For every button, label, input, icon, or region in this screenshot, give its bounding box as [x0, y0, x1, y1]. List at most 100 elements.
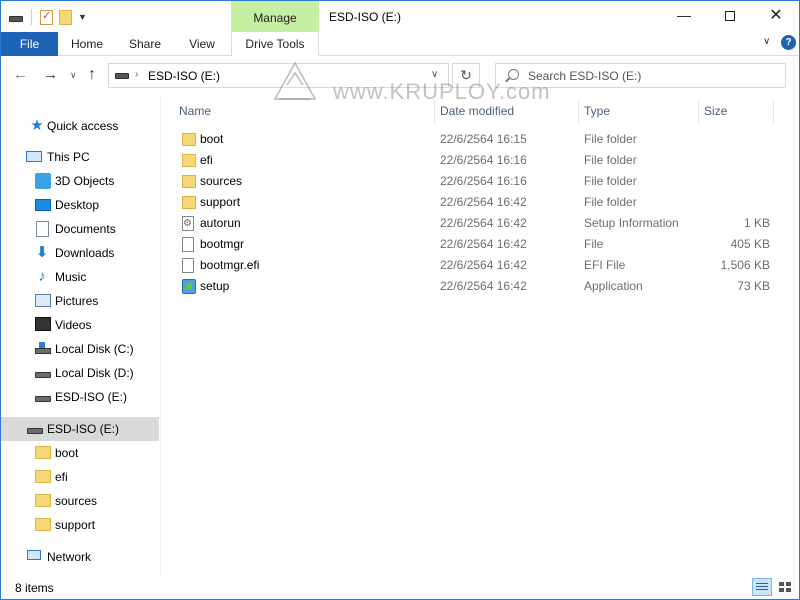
- downloads-icon: ⬇: [35, 244, 49, 261]
- sidebar-item-documents[interactable]: Documents: [1, 217, 159, 241]
- drive-icon: [27, 428, 43, 434]
- sidebar-item-videos[interactable]: Videos: [1, 313, 159, 337]
- application-icon: [182, 279, 196, 294]
- file-type: File folder: [584, 132, 637, 146]
- customize-toolbar-arrow-icon[interactable]: ▼: [78, 12, 87, 22]
- maximize-button[interactable]: [707, 1, 753, 32]
- breadcrumb-current[interactable]: ESD-ISO (E:): [148, 69, 220, 83]
- column-header-date-modified[interactable]: Date modified: [440, 100, 514, 122]
- sidebar-item-support[interactable]: support: [1, 513, 159, 537]
- file-row-efi[interactable]: efi 22/6/2564 16:16 File folder: [175, 150, 775, 171]
- file-list: Name Date modified Type Size boot 22/6/2…: [161, 94, 799, 576]
- file-name: autorun: [200, 216, 241, 230]
- sidebar-item-desktop[interactable]: Desktop: [1, 193, 159, 217]
- column-header-type[interactable]: Type: [584, 100, 610, 122]
- file-row-setup[interactable]: setup 22/6/2564 16:42 Application 73 KB: [175, 276, 775, 297]
- sidebar-item-esd-iso-e-root[interactable]: ESD-ISO (E:): [1, 417, 159, 441]
- file-row-autorun[interactable]: autorun 22/6/2564 16:42 Setup Informatio…: [175, 213, 775, 234]
- forward-button[interactable]: →: [43, 66, 58, 83]
- folder-icon: [35, 494, 51, 507]
- sidebar-item-music[interactable]: ♪ Music: [1, 265, 159, 289]
- tab-share[interactable]: Share: [116, 32, 174, 56]
- tab-home[interactable]: Home: [58, 32, 116, 56]
- file-row-boot[interactable]: boot 22/6/2564 16:15 File folder: [175, 129, 775, 150]
- search-box[interactable]: [495, 63, 786, 88]
- column-divider[interactable]: [773, 100, 774, 124]
- file-type: File folder: [584, 195, 637, 209]
- recent-locations-button[interactable]: ∨: [70, 70, 77, 81]
- large-icons-view-icon[interactable]: [775, 578, 795, 596]
- address-dropdown-icon[interactable]: ∨: [431, 69, 438, 80]
- sidebar-item-local-disk-d[interactable]: Local Disk (D:): [1, 361, 159, 385]
- column-header-name[interactable]: Name: [179, 100, 211, 122]
- sidebar-item-this-pc[interactable]: This PC: [1, 145, 159, 169]
- explorer-window: ▼ Manage ESD-ISO (E:) — ✕ File Home Shar…: [0, 0, 800, 600]
- file-row-support[interactable]: support 22/6/2564 16:42 File folder: [175, 192, 775, 213]
- sidebar-item-esd-iso-e[interactable]: ESD-ISO (E:): [1, 385, 159, 409]
- column-divider[interactable]: [698, 100, 699, 124]
- back-button[interactable]: ←: [13, 66, 28, 83]
- file-row-bootmgr[interactable]: bootmgr 22/6/2564 16:42 File 405 KB: [175, 234, 775, 255]
- videos-icon: [35, 317, 51, 331]
- manage-context-tab[interactable]: Manage: [231, 1, 319, 32]
- column-divider[interactable]: [578, 100, 579, 124]
- tab-file[interactable]: File: [1, 32, 58, 56]
- sidebar-item-label: 3D Objects: [55, 174, 115, 188]
- maximize-icon: [725, 11, 735, 22]
- search-input[interactable]: [528, 67, 778, 84]
- sidebar-item-pictures[interactable]: Pictures: [1, 289, 159, 313]
- drive-icon: [35, 372, 51, 378]
- title-bar: ▼ Manage ESD-ISO (E:) — ✕: [1, 1, 799, 32]
- tab-drive-tools[interactable]: Drive Tools: [231, 32, 319, 56]
- column-header-size[interactable]: Size: [704, 100, 727, 122]
- details-view-icon[interactable]: [752, 578, 772, 596]
- 3d-objects-icon: [35, 173, 51, 189]
- drive-icon: [115, 73, 129, 79]
- sidebar-item-label: This PC: [47, 150, 90, 164]
- windows-drive-icon: [35, 342, 51, 354]
- minimize-button[interactable]: —: [661, 1, 707, 32]
- file-type: File: [584, 237, 604, 251]
- breadcrumb-separator[interactable]: ›: [135, 69, 138, 80]
- navigation-bar: ← → ∨ ↑ › ESD-ISO (E:) ∨ ↻: [1, 57, 799, 94]
- file-date: 22/6/2564 16:42: [440, 279, 527, 293]
- help-icon[interactable]: ?: [781, 35, 796, 50]
- file-date: 22/6/2564 16:42: [440, 237, 527, 251]
- ribbon-tabs: File Home Share View Drive Tools ∨ ?: [1, 32, 799, 56]
- file-row-sources[interactable]: sources 22/6/2564 16:16 File folder: [175, 171, 775, 192]
- window-title: ESD-ISO (E:): [329, 10, 402, 24]
- close-button[interactable]: ✕: [753, 1, 799, 32]
- new-folder-icon[interactable]: [59, 9, 72, 25]
- setup-info-file-icon: [182, 216, 194, 231]
- properties-icon[interactable]: [40, 9, 53, 25]
- address-bar[interactable]: › ESD-ISO (E:) ∨: [108, 63, 449, 88]
- file-row-bootmgr-efi[interactable]: bootmgr.efi 22/6/2564 16:42 EFI File 1,5…: [175, 255, 775, 276]
- file-type: File folder: [584, 174, 637, 188]
- sidebar-item-quick-access[interactable]: ★ Quick access: [1, 114, 159, 138]
- expand-ribbon-icon[interactable]: ∨: [763, 36, 770, 47]
- file-size: 1,506 KB: [720, 258, 770, 272]
- file-date: 22/6/2564 16:16: [440, 174, 527, 188]
- sidebar-item-boot[interactable]: boot: [1, 441, 159, 465]
- up-button[interactable]: ↑: [88, 66, 96, 84]
- sidebar-item-label: Videos: [55, 318, 92, 332]
- sidebar-item-local-disk-c[interactable]: Local Disk (C:): [1, 337, 159, 361]
- file-date: 22/6/2564 16:15: [440, 132, 527, 146]
- refresh-button[interactable]: ↻: [452, 63, 480, 88]
- column-divider[interactable]: [434, 100, 435, 124]
- sidebar-item-sources[interactable]: sources: [1, 489, 159, 513]
- sidebar-item-network[interactable]: Network: [1, 545, 159, 569]
- folder-icon: [182, 196, 196, 209]
- sidebar-item-label: ESD-ISO (E:): [47, 422, 120, 436]
- file-date: 22/6/2564 16:42: [440, 216, 527, 230]
- search-icon: [508, 69, 519, 80]
- sidebar-item-3d-objects[interactable]: 3D Objects: [1, 169, 159, 193]
- item-count: 8 items: [15, 581, 54, 595]
- sidebar-item-efi[interactable]: efi: [1, 465, 159, 489]
- sidebar-item-label: support: [55, 518, 96, 532]
- tab-view[interactable]: View: [174, 32, 230, 56]
- sidebar-item-label: Downloads: [55, 246, 115, 260]
- sidebar-item-downloads[interactable]: ⬇ Downloads: [1, 241, 159, 265]
- file-name: bootmgr: [200, 237, 245, 251]
- toolbar-divider: [31, 9, 32, 25]
